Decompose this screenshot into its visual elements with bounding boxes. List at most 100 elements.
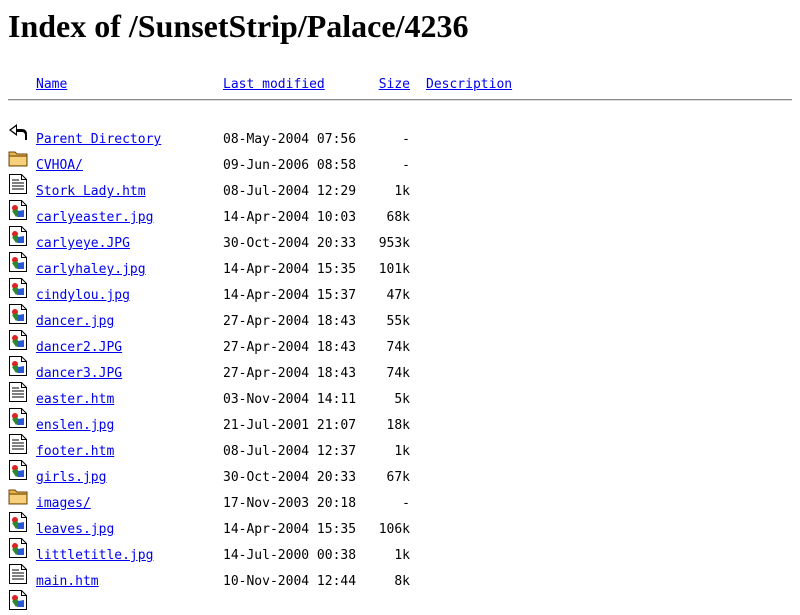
file-size: - xyxy=(402,132,410,147)
file-link[interactable]: CVHOA/ xyxy=(36,158,83,174)
file-link[interactable]: easter.htm xyxy=(36,392,114,408)
last-modified: 03-Nov-2004 14:11 xyxy=(223,392,357,407)
sort-by-modified-link[interactable]: Last modified xyxy=(223,77,325,93)
list-item: images/17-Nov-2003 20:18 - xyxy=(8,485,792,511)
last-modified: 14-Apr-2004 10:03 xyxy=(223,210,357,225)
file-link[interactable]: dancer3.JPG xyxy=(36,366,122,382)
file-listing: Parent Directory 08-May-2004 07:56 - CVHOA… xyxy=(8,121,792,615)
file-size: 1k xyxy=(394,444,410,459)
image-file-icon[interactable] xyxy=(8,251,28,273)
image-file-icon[interactable] xyxy=(8,303,28,325)
file-link[interactable]: main.htm xyxy=(36,574,99,590)
file-link[interactable]: carlyeye.JPG xyxy=(36,236,130,252)
last-modified: 17-Nov-2003 20:18 xyxy=(223,496,357,511)
file-link[interactable]: leaves.jpg xyxy=(36,522,114,538)
list-item: enslen.jpg 21-Jul-2001 21:07 18k xyxy=(8,407,792,433)
list-item: CVHOA/09-Jun-2006 08:58 - xyxy=(8,147,792,173)
file-link[interactable]: images/ xyxy=(36,496,91,512)
last-modified: 08-May-2004 07:56 xyxy=(223,132,357,147)
last-modified: 08-Jul-2004 12:37 xyxy=(223,444,357,459)
list-item: littletitle.jpg 14-Jul-2000 00:38 1k xyxy=(8,537,792,563)
list-item: footer.htm 08-Jul-2004 12:37 1k xyxy=(8,433,792,459)
file-link[interactable]: carlyhaley.jpg xyxy=(36,262,146,278)
image-file-icon[interactable] xyxy=(8,459,28,481)
file-size: 8k xyxy=(394,574,410,589)
sort-by-size-link[interactable]: Size xyxy=(348,77,410,93)
list-item: dancer3.JPG 27-Apr-2004 18:43 74k xyxy=(8,355,792,381)
file-size: 18k xyxy=(386,418,410,433)
text-file-icon[interactable] xyxy=(8,381,28,403)
list-item: leaves.jpg 14-Apr-2004 15:35 106k xyxy=(8,511,792,537)
last-modified: 14-Jul-2000 00:38 xyxy=(223,548,357,563)
parent-directory-row: Parent Directory 08-May-2004 07:56 - xyxy=(8,121,792,147)
file-size: - xyxy=(402,496,410,511)
list-item: carlyeaster.jpg 14-Apr-2004 10:03 68k xyxy=(8,199,792,225)
back-icon[interactable] xyxy=(8,121,28,143)
last-modified: 27-Apr-2004 18:43 xyxy=(223,314,357,329)
file-size: 74k xyxy=(386,340,410,355)
file-link[interactable]: Stork Lady.htm xyxy=(36,184,146,200)
last-modified: 27-Apr-2004 18:43 xyxy=(223,366,357,381)
file-size: 74k xyxy=(386,366,410,381)
file-size: 47k xyxy=(386,288,410,303)
file-link[interactable]: littletitle.jpg xyxy=(36,548,153,564)
list-item: dancer2.JPG 27-Apr-2004 18:43 74k xyxy=(8,329,792,355)
last-modified: 30-Oct-2004 20:33 xyxy=(223,236,357,251)
file-size: 55k xyxy=(386,314,410,329)
last-modified: 21-Jul-2001 21:07 xyxy=(223,418,357,433)
column-header-row: Name Last modified Size Description xyxy=(8,74,792,100)
list-item: girls.jpg 30-Oct-2004 20:33 67k xyxy=(8,459,792,485)
file-size: 106k xyxy=(378,522,410,537)
file-link[interactable]: cindylou.jpg xyxy=(36,288,130,304)
image-file-icon[interactable] xyxy=(8,407,28,429)
file-link[interactable]: enslen.jpg xyxy=(36,418,114,434)
list-item: easter.htm 03-Nov-2004 14:11 5k xyxy=(8,381,792,407)
file-size: 101k xyxy=(378,262,410,277)
file-link[interactable]: dancer.jpg xyxy=(36,314,114,330)
last-modified: 14-Apr-2004 15:35 xyxy=(223,522,357,537)
image-file-icon[interactable] xyxy=(8,225,28,247)
last-modified: 14-Apr-2004 15:35 xyxy=(223,262,357,277)
image-file-icon[interactable] xyxy=(8,199,28,221)
image-file-icon[interactable] xyxy=(8,511,28,533)
parent-directory-link[interactable]: Parent Directory xyxy=(36,132,161,148)
file-size: 5k xyxy=(394,392,410,407)
list-item xyxy=(8,589,792,615)
file-link[interactable]: carlyeaster.jpg xyxy=(36,210,153,226)
list-item: dancer.jpg 27-Apr-2004 18:43 55k xyxy=(8,303,792,329)
last-modified: 09-Jun-2006 08:58 xyxy=(223,158,357,173)
last-modified: 10-Nov-2004 12:44 xyxy=(223,574,357,589)
file-size: - xyxy=(402,158,410,173)
last-modified: 30-Oct-2004 20:33 xyxy=(223,470,357,485)
file-link[interactable]: dancer2.JPG xyxy=(36,340,122,356)
text-file-icon[interactable] xyxy=(8,563,28,585)
image-file-icon[interactable] xyxy=(8,537,28,559)
file-size: 67k xyxy=(386,470,410,485)
image-file-icon[interactable] xyxy=(8,277,28,299)
text-file-icon[interactable] xyxy=(8,173,28,195)
file-size: 1k xyxy=(394,184,410,199)
header-divider xyxy=(8,99,792,101)
file-link[interactable]: footer.htm xyxy=(36,444,114,460)
list-item: carlyeye.JPG 30-Oct-2004 20:33 953k xyxy=(8,225,792,251)
folder-icon[interactable] xyxy=(8,485,28,507)
list-item: carlyhaley.jpg 14-Apr-2004 15:35 101k xyxy=(8,251,792,277)
last-modified: 08-Jul-2004 12:29 xyxy=(223,184,357,199)
file-link[interactable]: girls.jpg xyxy=(36,470,106,486)
file-size: 68k xyxy=(386,210,410,225)
image-file-icon[interactable] xyxy=(8,355,28,377)
sort-by-name-link[interactable]: Name xyxy=(36,77,67,93)
file-size: 1k xyxy=(394,548,410,563)
list-item: main.htm 10-Nov-2004 12:44 8k xyxy=(8,563,792,589)
list-item: Stork Lady.htm 08-Jul-2004 12:29 1k xyxy=(8,173,792,199)
list-item: cindylou.jpg 14-Apr-2004 15:37 47k xyxy=(8,277,792,303)
last-modified: 14-Apr-2004 15:37 xyxy=(223,288,357,303)
image-file-icon[interactable] xyxy=(8,589,28,611)
page-title: Index of /SunsetStrip/Palace/4236 xyxy=(8,8,469,44)
image-file-icon[interactable] xyxy=(8,329,28,351)
file-size: 953k xyxy=(378,236,410,251)
text-file-icon[interactable] xyxy=(8,433,28,455)
folder-icon[interactable] xyxy=(8,147,28,169)
sort-by-description-link[interactable]: Description xyxy=(426,77,512,93)
last-modified: 27-Apr-2004 18:43 xyxy=(223,340,357,355)
